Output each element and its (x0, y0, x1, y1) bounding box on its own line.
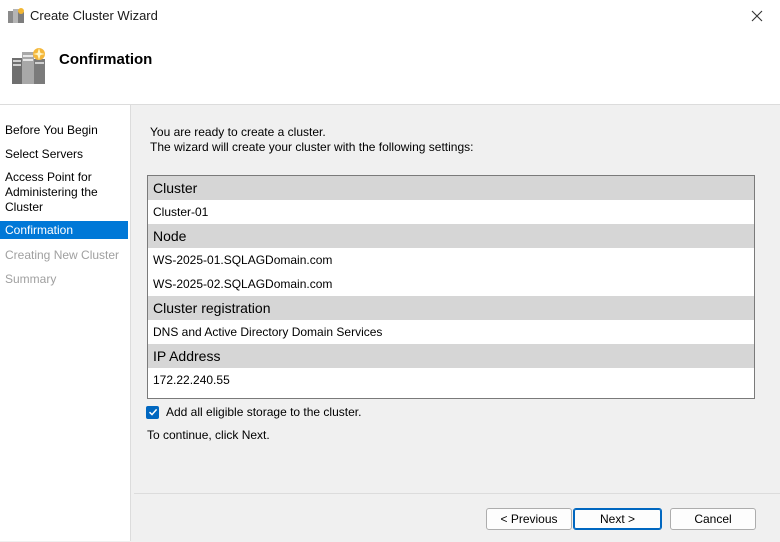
title-bar: Create Cluster Wizard (0, 0, 780, 32)
step-creating-new-cluster: Creating New Cluster (5, 248, 120, 262)
intro-text: You are ready to create a cluster. The w… (150, 125, 473, 155)
step-access-point[interactable]: Access Point for Administering the Clust… (0, 170, 128, 215)
wizard-steps-sidebar: Before You Begin Select Servers Access P… (0, 105, 131, 541)
continue-instruction: To continue, click Next. (147, 428, 270, 442)
group-header-ip-address: IP Address (148, 344, 754, 368)
cluster-app-icon (8, 8, 24, 23)
step-summary: Summary (5, 272, 57, 286)
intro-line-2: The wizard will create your cluster with… (150, 140, 474, 154)
group-header-node: Node (148, 224, 754, 248)
settings-summary-list[interactable]: Cluster Cluster-01 Node WS-2025-01.SQLAG… (147, 175, 755, 399)
add-storage-option[interactable]: Add all eligible storage to the cluster. (146, 404, 361, 420)
group-header-cluster-registration: Cluster registration (148, 296, 754, 320)
wizard-header: Confirmation (0, 32, 780, 105)
checkmark-icon (148, 408, 157, 416)
button-bar: < Previous Next > Cancel (134, 493, 780, 542)
group-header-cluster: Cluster (148, 176, 754, 200)
setting-value-registration: DNS and Active Directory Domain Services (148, 320, 754, 344)
setting-value-ip-address: 172.22.240.55 (148, 368, 754, 392)
add-storage-checkbox[interactable] (146, 405, 159, 419)
window-title: Create Cluster Wizard (30, 8, 158, 23)
cluster-servers-icon (12, 48, 45, 84)
wizard-content: You are ready to create a cluster. The w… (134, 105, 780, 541)
step-before-you-begin[interactable]: Before You Begin (0, 123, 128, 138)
add-storage-label[interactable]: Add all eligible storage to the cluster. (166, 405, 361, 419)
intro-line-1: You are ready to create a cluster. (150, 125, 326, 139)
next-button[interactable]: Next > (573, 508, 662, 530)
step-select-servers[interactable]: Select Servers (0, 147, 128, 162)
step-confirmation[interactable]: Confirmation (0, 221, 128, 239)
previous-button[interactable]: < Previous (486, 508, 572, 530)
close-icon (751, 10, 763, 22)
setting-value-node-2: WS-2025-02.SQLAGDomain.com (148, 272, 754, 296)
close-button[interactable] (734, 0, 780, 32)
page-title: Confirmation (59, 51, 153, 68)
setting-value-node-1: WS-2025-01.SQLAGDomain.com (148, 248, 754, 272)
setting-value-cluster-name: Cluster-01 (148, 200, 754, 224)
cancel-button[interactable]: Cancel (670, 508, 756, 530)
